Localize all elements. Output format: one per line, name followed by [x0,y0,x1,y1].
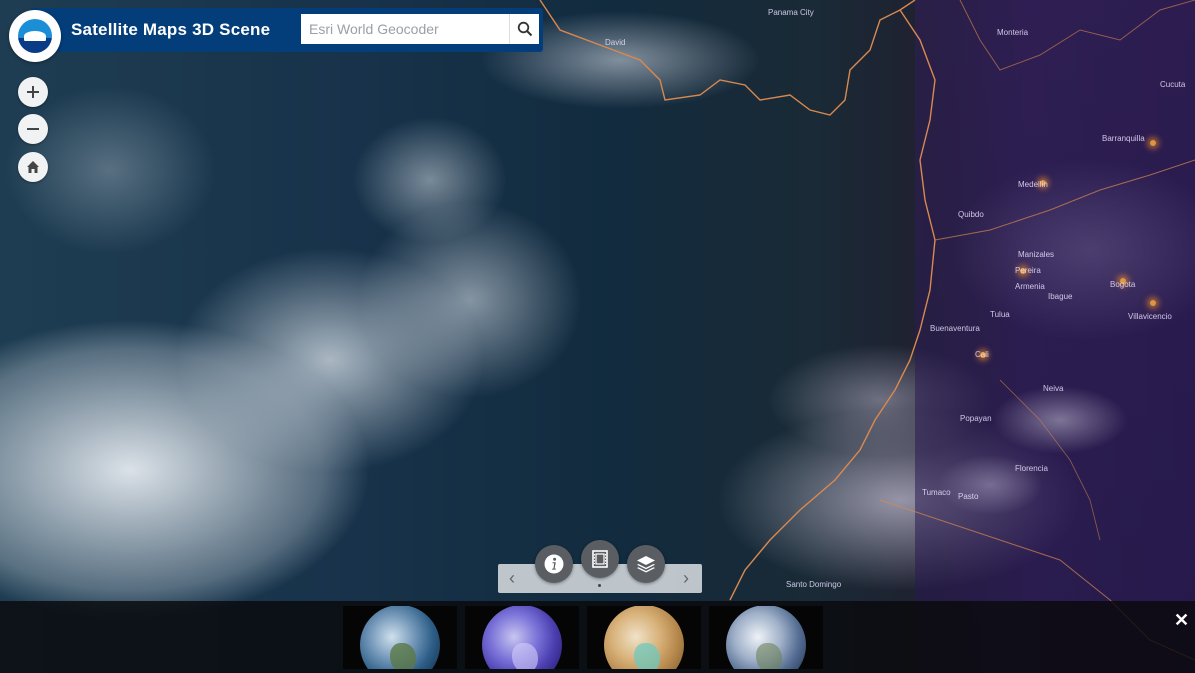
map-label-city: Florencia [1015,464,1048,473]
plus-icon [27,86,39,98]
map-label-city: Tulua [990,310,1010,319]
map-label-city: Tumaco [922,488,951,497]
home-icon [27,161,39,173]
info-button[interactable] [535,545,573,583]
map-label-city: Neiva [1043,384,1064,393]
film-strip-icon [592,550,608,568]
map-label-city: Panama City [768,8,814,17]
map-label-city: Medellin [1018,180,1048,189]
close-icon[interactable]: ✕ [1174,610,1189,631]
map-label-city: Quibdo [958,210,984,219]
city-light [1150,300,1156,306]
map-label-city: David [605,38,626,47]
gallery-thumbnail-visible[interactable] [709,606,823,669]
map-label-city: Monteria [997,28,1029,37]
map-label-city: Cali [975,350,989,359]
globe-image [482,606,562,669]
title-bar: Satellite Maps 3D Scene [31,8,543,52]
home-button[interactable] [18,152,48,182]
city-light [1150,140,1156,146]
minus-icon [27,128,39,130]
map-label-city: Manizales [1018,250,1055,259]
info-icon [544,554,564,574]
globe-image [360,606,440,669]
map-label-city: Bogota [1110,280,1136,289]
search-input[interactable] [301,14,509,44]
map-label-city: Pereira [1015,266,1041,275]
globe-image [604,606,684,669]
gallery-button[interactable] [581,540,619,578]
map-label-city: Buenaventura [930,324,980,333]
map-gallery-panel [0,601,1195,673]
map-label-city: Santo Domingo [786,580,842,589]
layers-button[interactable] [627,545,665,583]
zoom-out-button[interactable] [18,114,48,144]
gallery-thumbnail-infrared[interactable] [465,606,579,669]
noaa-logo-icon [18,19,52,53]
map-label-city: Barranquilla [1102,134,1145,143]
map-label-city: Cucuta [1160,80,1186,89]
search-button[interactable] [509,14,539,44]
gallery-thumbnail-true-color[interactable] [343,606,457,669]
chevron-right-icon[interactable]: › [676,568,696,589]
noaa-logo[interactable] [9,10,61,62]
chevron-left-icon[interactable]: ‹ [502,568,522,589]
gallery-thumbnail-water-vapor[interactable] [587,606,701,669]
logo-bird-shape [24,31,46,41]
carousel-page-indicator [598,584,601,587]
map-label-city: Pasto [958,492,979,501]
app-header: Satellite Maps 3D Scene [5,8,543,62]
globe-image [726,606,806,669]
zoom-in-button[interactable] [18,77,48,107]
app-title: Satellite Maps 3D Scene [71,20,271,39]
search-icon [517,21,532,37]
map-label-city: Armenia [1015,282,1045,291]
map-label-city: Popayan [960,414,992,423]
map-label-city: Ibague [1048,292,1073,301]
layers-icon [637,556,655,573]
map-label-city: Villavicencio [1128,312,1172,321]
